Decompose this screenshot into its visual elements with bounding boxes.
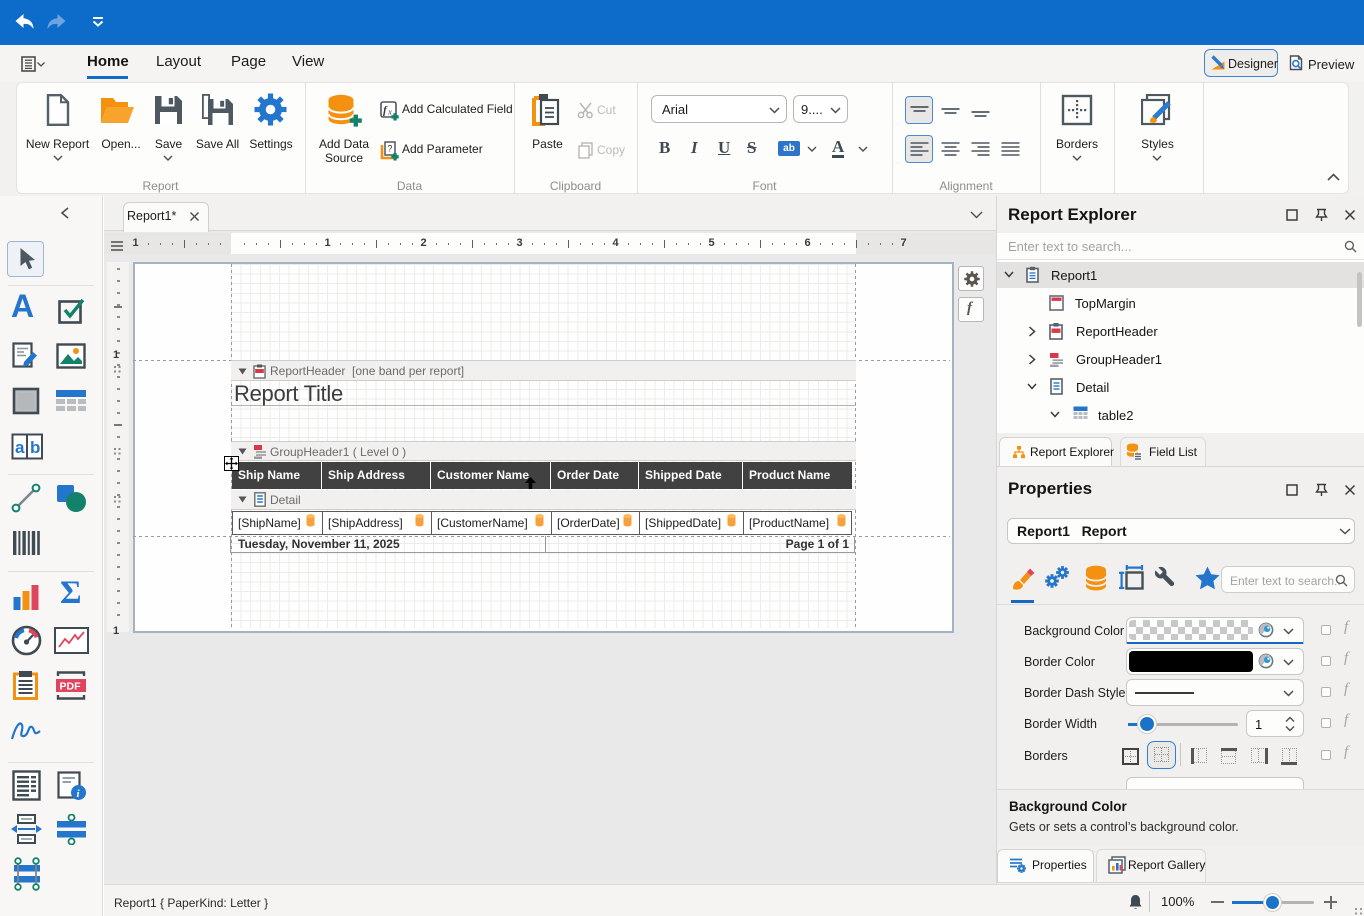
svg-text:PDF: PDF <box>60 681 82 693</box>
svg-text:?: ? <box>387 144 392 154</box>
svg-text:x: x <box>387 108 392 117</box>
svg-text:a: a <box>15 438 25 457</box>
svg-text:b: b <box>30 438 40 457</box>
